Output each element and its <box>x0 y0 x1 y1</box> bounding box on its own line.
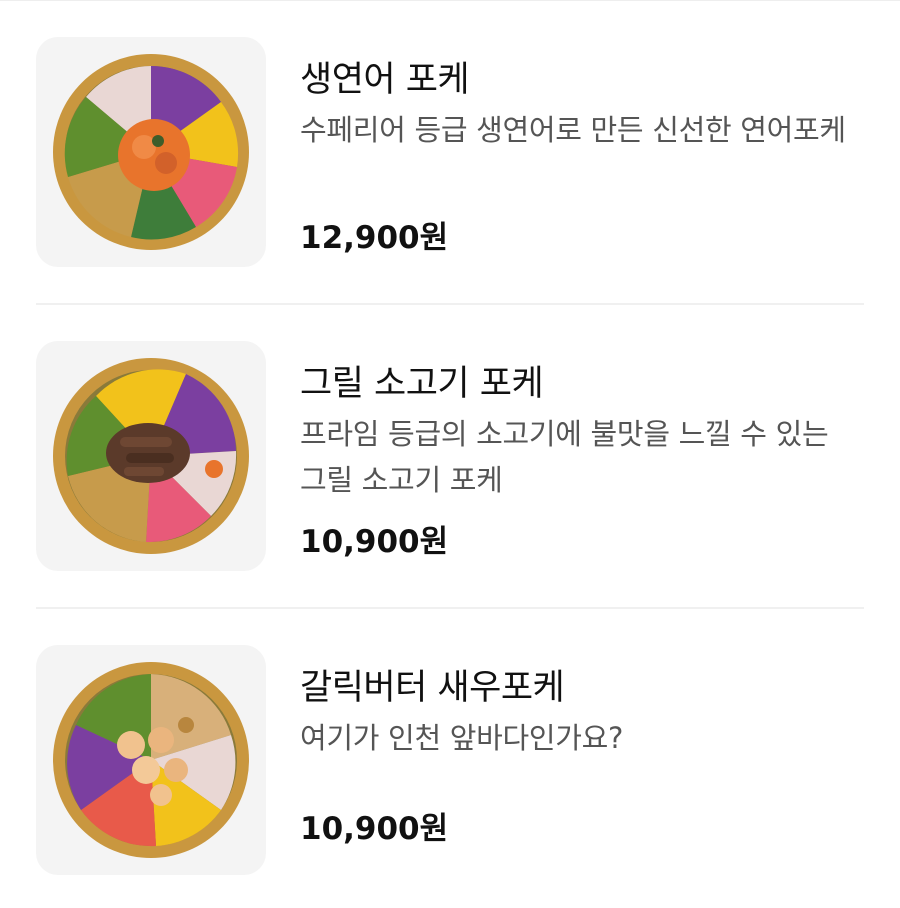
item-divider <box>36 607 864 609</box>
top-divider <box>0 0 900 1</box>
salmon-poke-image <box>36 37 266 267</box>
item-divider <box>36 303 864 305</box>
menu-item-name: 생연어 포케 <box>300 60 470 100</box>
menu-item-grilled-beef-poke[interactable]: 그릴 소고기 포케 프라임 등급의 소고기에 불맛을 느낄 수 있는 그릴 소고… <box>36 341 864 571</box>
menu-item-description: 여기가 인천 앞바다인가요? <box>300 721 624 755</box>
menu-item-price: 10,900원 <box>300 524 449 560</box>
menu-item-name: 그릴 소고기 포케 <box>300 364 544 404</box>
menu-item-description: 프라임 등급의 소고기에 불맛을 느낄 수 있는 그릴 소고기 포케 <box>300 417 829 497</box>
menu-item-name: 갈릭버터 새우포케 <box>300 668 565 708</box>
menu-item-price: 12,900원 <box>300 220 449 256</box>
menu-item-description: 수페리어 등급 생연어로 만든 신선한 연어포케 <box>300 113 846 147</box>
menu-item-salmon-poke[interactable]: 생연어 포케 수페리어 등급 생연어로 만든 신선한 연어포케 12,900원 <box>36 37 864 267</box>
menu-item-garlic-butter-shrimp-poke[interactable]: 갈릭버터 새우포케 여기가 인천 앞바다인가요? 10,900원 <box>36 645 864 875</box>
menu-item-price: 10,900원 <box>300 811 449 847</box>
shrimp-poke-image <box>36 645 266 875</box>
beef-poke-image <box>36 341 266 571</box>
